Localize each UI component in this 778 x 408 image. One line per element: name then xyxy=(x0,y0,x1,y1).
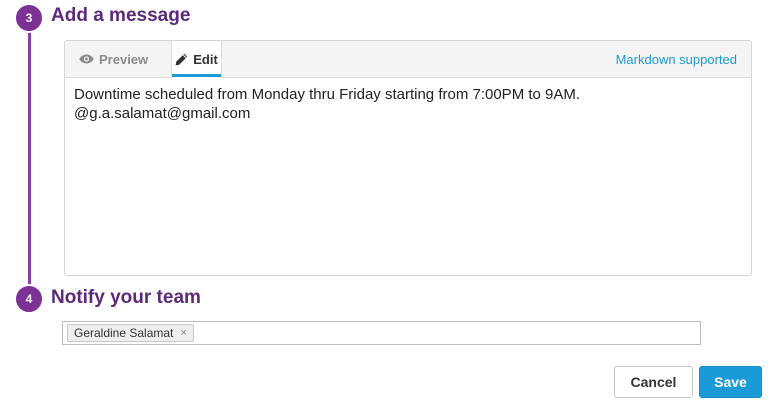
notify-team-input[interactable]: Geraldine Salamat × xyxy=(62,321,701,345)
editor-toolbar: Preview Edit Markdown supported xyxy=(65,41,751,78)
markdown-supported-link[interactable]: Markdown supported xyxy=(616,52,737,67)
post-message-form: 3 Add a message Preview Edit Markdown su… xyxy=(0,0,778,408)
step-timeline-line xyxy=(28,8,31,298)
recipient-tag: Geraldine Salamat × xyxy=(67,324,194,342)
close-icon[interactable]: × xyxy=(180,327,186,339)
save-button[interactable]: Save xyxy=(699,366,762,398)
tab-edit-label: Edit xyxy=(193,52,218,67)
tab-edit[interactable]: Edit xyxy=(171,41,222,78)
tab-preview-label: Preview xyxy=(99,51,149,67)
step-title-add-message: Add a message xyxy=(51,5,191,26)
step-number-badge: 4 xyxy=(14,284,44,314)
step-title-notify-team: Notify your team xyxy=(51,287,201,308)
message-editor: Preview Edit Markdown supported Downtime… xyxy=(64,40,752,276)
tab-preview[interactable]: Preview xyxy=(79,41,148,77)
pencil-icon xyxy=(175,53,188,66)
recipient-tag-label: Geraldine Salamat xyxy=(74,326,174,340)
cancel-button[interactable]: Cancel xyxy=(614,366,693,398)
step-number-badge: 3 xyxy=(14,3,44,33)
message-textarea[interactable]: Downtime scheduled from Monday thru Frid… xyxy=(74,85,734,123)
eye-icon xyxy=(79,54,94,64)
